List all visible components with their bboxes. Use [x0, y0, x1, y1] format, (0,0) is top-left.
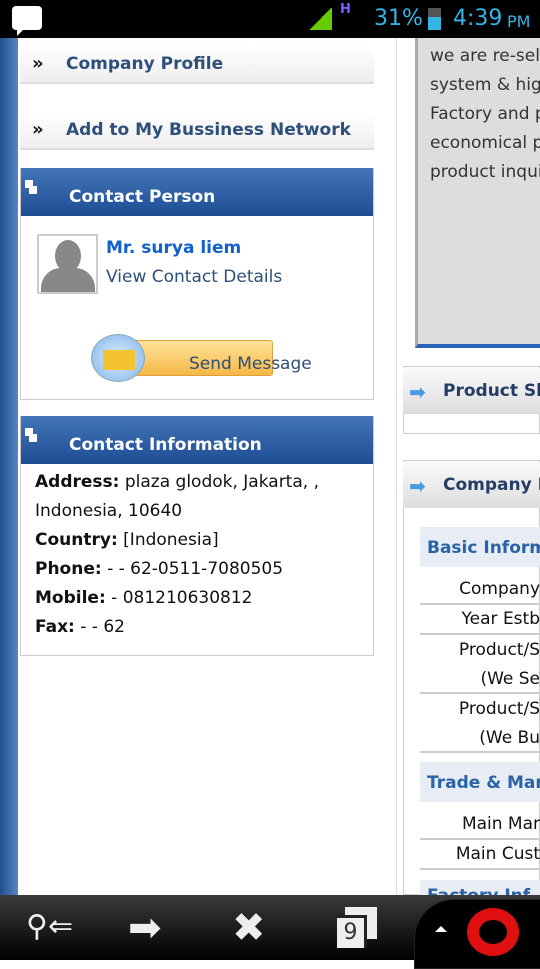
opera-logo-icon	[467, 908, 519, 956]
panel-title: Contact Information	[69, 435, 262, 455]
panel-title: Contact Person	[69, 187, 216, 207]
section-basic-info: Basic Informa	[420, 527, 540, 567]
desc-line: product inqui	[430, 162, 540, 182]
forward-arrow-icon[interactable]: ➡	[128, 905, 162, 951]
browser-toolbar: ⚲⇐ ➡ ✖ 9	[0, 895, 540, 969]
clock: 4:39	[453, 6, 503, 31]
double-chevron-icon: »	[32, 53, 44, 74]
nav-label: Add to My Bussiness Network	[66, 120, 351, 140]
desc-line: economical p	[430, 133, 540, 153]
country-field: Country: [Indonesia]	[35, 530, 219, 550]
desc-line: Factory and p	[430, 104, 540, 124]
add-network-link[interactable]: » Add to My Bussiness Network	[20, 112, 374, 150]
bullet-icon	[25, 428, 33, 436]
company-profile-header[interactable]: ➡ Company P	[403, 462, 540, 508]
section-trade-market: Trade & Mark	[420, 762, 540, 802]
address-field: Address: plaza glodok, Jakarta, , Indone…	[35, 472, 319, 521]
contact-person-panel: Contact Person Mr. surya liem View Conta…	[20, 168, 374, 400]
panel-header: Contact Person	[21, 168, 373, 216]
fax-field: Fax: - - 62	[35, 617, 125, 637]
double-chevron-icon: »	[32, 119, 44, 140]
product-showcase-header[interactable]: ➡ Product Sh	[403, 368, 540, 414]
table-row: Product/S (We Bu	[420, 695, 540, 753]
arrow-right-icon: ➡	[409, 380, 426, 404]
table-row: Main Cust	[420, 840, 540, 870]
contact-fields: Address: plaza glodok, Jakarta, , Indone…	[21, 464, 373, 646]
bbm-notification-icon	[12, 6, 42, 36]
tabs-button[interactable]: 9	[337, 907, 377, 948]
section-factory-info: Factory Inf	[420, 880, 540, 895]
panel-header: Contact Information	[21, 416, 373, 464]
header-label: Product Sh	[443, 381, 540, 401]
caret-up-icon	[435, 926, 447, 932]
table-row: Company	[420, 575, 540, 605]
company-description: we are re-sel system & hig Factory and p…	[415, 38, 540, 348]
header-label: Company P	[443, 475, 540, 495]
clock-ampm: PM	[507, 12, 531, 31]
send-message-label: Send Message	[189, 354, 312, 374]
nav-label: Company Profile	[66, 54, 224, 74]
table-row: Year Estb	[420, 605, 540, 635]
page-edge	[0, 38, 18, 895]
close-icon[interactable]: ✖	[232, 905, 266, 951]
contact-information-panel: Contact Information Address: plaza glodo…	[20, 416, 374, 656]
arrow-right-icon: ➡	[409, 474, 426, 498]
company-profile-link[interactable]: » Company Profile	[20, 46, 374, 84]
tab-count: 9	[337, 915, 367, 948]
signal-icon	[308, 8, 332, 30]
table-row: Product/S (We Se	[420, 636, 540, 694]
zoom-out-back-icon[interactable]: ⚲⇐	[26, 909, 73, 944]
view-contact-details-link[interactable]: View Contact Details	[106, 267, 282, 287]
battery-percent: 31%	[374, 6, 423, 31]
mobile-field: Mobile: - 081210630812	[35, 588, 253, 608]
table-row: Main Mar	[420, 810, 540, 840]
envelope-icon	[103, 350, 135, 370]
desc-line: we are re-sel	[430, 46, 540, 66]
status-bar: H 31% 4:39 PM	[0, 0, 540, 38]
battery-charging-icon	[428, 8, 441, 30]
column-divider	[396, 38, 397, 895]
bullet-icon	[25, 180, 33, 188]
contact-name-link[interactable]: Mr. surya liem	[106, 238, 241, 258]
network-type-icon: H	[340, 2, 351, 17]
avatar	[37, 234, 98, 294]
send-message-button[interactable]: Send Message	[91, 334, 346, 384]
desc-line: system & hig	[430, 75, 540, 95]
opera-menu-button[interactable]	[414, 899, 540, 969]
phone-field: Phone: - - 62-0511-7080505	[35, 559, 284, 579]
